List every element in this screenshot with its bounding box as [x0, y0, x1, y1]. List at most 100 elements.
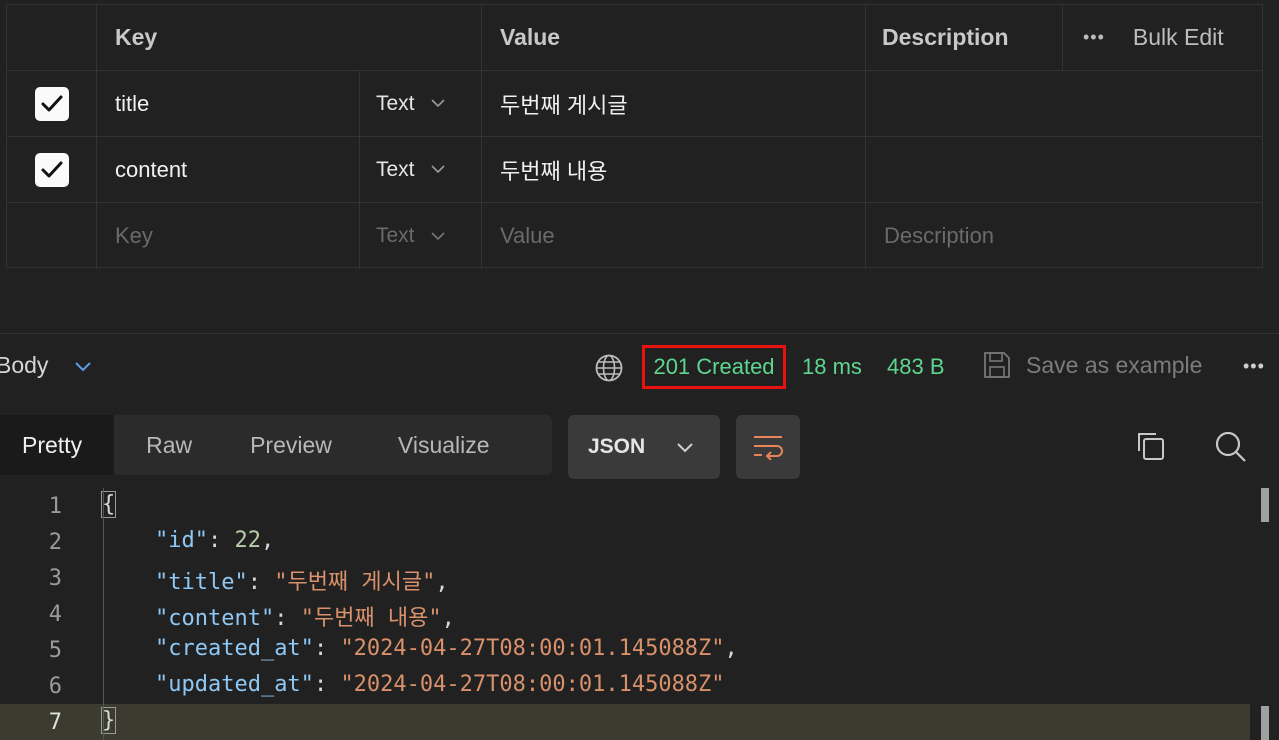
tab-raw[interactable]: Raw [114, 415, 192, 475]
params-table: Key Value Description ••• Bulk Edit titl… [6, 4, 1263, 269]
tab-visualize[interactable]: Visualize [332, 415, 490, 475]
line-number: 5 [48, 638, 62, 663]
json-key: "content" [154, 606, 275, 631]
wrap-lines-button[interactable] [736, 415, 800, 479]
save-as-example-button[interactable]: Save as example [1026, 352, 1202, 379]
table-row: content Text 두번째 내용 [7, 137, 1262, 203]
status-text: 201 Created [653, 354, 775, 379]
code-text: "created_at": "2024-04-27T08:00:01.14508… [154, 636, 738, 661]
row-check-cell [7, 137, 97, 202]
type-label: Text [376, 224, 415, 247]
json-key: "title" [154, 570, 248, 595]
chevron-down-icon [677, 443, 693, 453]
scrollbar-thumb[interactable] [1261, 706, 1269, 740]
json-key: "id" [154, 528, 208, 553]
header-description-label: Description [882, 24, 1009, 50]
response-code-view[interactable]: 1 { 2 "id": 22, 3 "title": "두번째 게시글", 4 … [0, 488, 1279, 740]
key-placeholder: Key [115, 223, 153, 248]
line-number: 2 [48, 530, 62, 555]
code-line: 6 "updated_at": "2024-04-27T08:00:01.145… [0, 668, 1250, 704]
type-dropdown[interactable]: Text [360, 137, 482, 202]
save-icon[interactable] [982, 350, 1012, 380]
response-time[interactable]: 18 ms [802, 354, 862, 380]
body-dropdown[interactable]: Body [0, 352, 48, 379]
header-key-label: Key [115, 24, 158, 50]
code-text: "id": 22, [154, 528, 275, 553]
key-input[interactable]: Key [97, 203, 360, 269]
format-label: JSON [588, 435, 646, 458]
line-number: 7 [48, 710, 62, 735]
value-placeholder: Value [500, 223, 555, 248]
type-label: Text [376, 91, 415, 115]
table-row-new: Key Text Value Description [7, 203, 1262, 269]
chevron-down-icon [430, 165, 445, 174]
value-text: 두번째 게시글 [500, 92, 628, 118]
description-placeholder: Description [884, 223, 995, 248]
code-line: 4 "content": "두번째 내용", [0, 596, 1250, 632]
tab-preview[interactable]: Preview [192, 415, 332, 475]
code-text: "title": "두번째 게시글", [154, 570, 449, 595]
postman-response-window: Key Value Description ••• Bulk Edit titl… [0, 0, 1279, 740]
json-value: 22 [234, 528, 261, 553]
search-icon[interactable] [1214, 430, 1248, 464]
scrollbar-thumb[interactable] [1261, 488, 1269, 522]
key-cell[interactable]: content [97, 137, 360, 202]
response-size[interactable]: 483 B [887, 354, 945, 380]
line-number: 1 [48, 494, 62, 519]
description-cell[interactable] [866, 137, 1264, 202]
json-value: "2024-04-27T08:00:01.145088Z" [340, 672, 725, 697]
tab-pretty[interactable]: Pretty [0, 415, 115, 475]
scrollbar[interactable] [1256, 488, 1279, 740]
wrap-lines-icon [754, 436, 783, 460]
type-label: Text [376, 157, 415, 181]
value-cell[interactable]: 두번째 게시글 [482, 71, 866, 136]
chevron-down-icon [430, 99, 445, 108]
bulk-edit-button[interactable]: Bulk Edit [1133, 24, 1224, 51]
header-description-cell: Description [866, 5, 1063, 70]
row-checkbox[interactable] [34, 86, 69, 121]
bulk-edit-cell: ••• Bulk Edit [1063, 5, 1264, 70]
row-checkbox[interactable] [34, 152, 69, 187]
json-value: "2024-04-27T08:00:01.145088Z" [340, 636, 725, 661]
json-value: "두번째 내용" [300, 606, 442, 631]
line-number: 6 [48, 674, 62, 699]
value-input[interactable]: Value [482, 203, 866, 269]
view-tabs: Pretty Raw Preview Visualize [0, 415, 552, 475]
status-badge[interactable]: 201 Created [642, 345, 786, 389]
header-value-label: Value [500, 24, 561, 50]
code-line: 5 "created_at": "2024-04-27T08:00:01.145… [0, 632, 1250, 668]
line-number: 3 [48, 566, 62, 591]
globe-icon[interactable] [594, 353, 624, 383]
more-options-icon[interactable]: ••• [1243, 356, 1265, 377]
header-check-cell [7, 5, 97, 70]
table-header-row: Key Value Description ••• Bulk Edit [7, 5, 1262, 71]
copy-icon[interactable] [1135, 430, 1167, 462]
json-key: "updated_at" [154, 672, 314, 697]
checkmark-icon [41, 95, 62, 111]
row-check-cell [7, 203, 97, 269]
code-line: 1 { [0, 488, 1250, 524]
header-value-cell: Value [482, 5, 866, 70]
chevron-down-icon [430, 231, 445, 240]
code-line-active: 7 } [0, 704, 1250, 740]
row-check-cell [7, 71, 97, 136]
code-line: 3 "title": "두번째 게시글", [0, 560, 1250, 596]
key-text: title [115, 90, 150, 116]
section-divider [0, 333, 1279, 334]
type-dropdown[interactable]: Text [360, 71, 482, 136]
more-options-icon[interactable]: ••• [1083, 27, 1105, 48]
code-text: "content": "두번째 내용", [154, 606, 455, 631]
chevron-down-icon[interactable] [74, 361, 92, 372]
type-dropdown[interactable]: Text [360, 203, 482, 269]
description-cell[interactable] [866, 71, 1264, 136]
json-value: "두번째 게시글" [274, 570, 436, 595]
description-input[interactable]: Description [866, 203, 1264, 269]
value-cell[interactable]: 두번째 내용 [482, 137, 866, 202]
line-number: 4 [48, 602, 62, 627]
table-row: title Text 두번째 게시글 [7, 71, 1262, 137]
checkmark-icon [41, 161, 62, 177]
code-line: 2 "id": 22, [0, 524, 1250, 560]
format-dropdown[interactable]: JSON [568, 415, 720, 479]
value-text: 두번째 내용 [500, 158, 608, 184]
key-cell[interactable]: title [97, 71, 360, 136]
